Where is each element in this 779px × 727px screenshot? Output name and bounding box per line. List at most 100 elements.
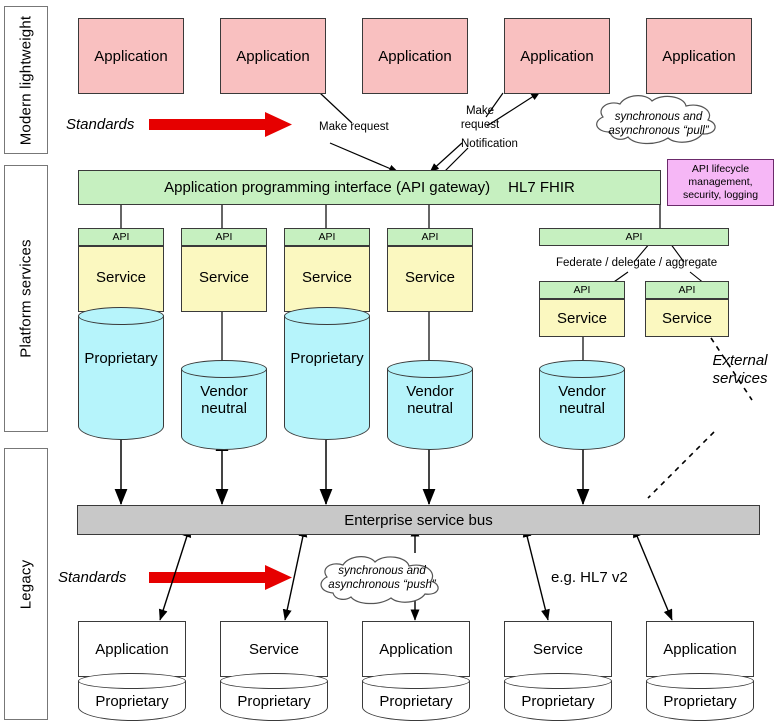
cloud-push-label: synchronous and asynchronous “push” bbox=[328, 565, 436, 592]
application-box-label: Application bbox=[662, 47, 736, 65]
application-box[interactable]: Application bbox=[646, 18, 752, 94]
federation-parent-api-label: API bbox=[625, 231, 643, 243]
service-box[interactable]: Service bbox=[284, 246, 370, 312]
standards-label-bottom: Standards bbox=[58, 569, 127, 586]
legacy-system-upper-label: Service bbox=[248, 640, 300, 658]
diagram-canvas: Modern lightweight Platform services Leg… bbox=[0, 0, 779, 727]
service-box[interactable]: Service bbox=[181, 246, 267, 312]
legacy-datastore-label: Proprietary bbox=[521, 693, 595, 710]
service-box[interactable]: Service bbox=[387, 246, 473, 312]
cylinder-top-ellipse bbox=[504, 673, 612, 689]
legacy-system-upper: Application bbox=[646, 621, 754, 677]
datastore-label: Vendor neutral bbox=[406, 383, 454, 418]
external-service-api-strip[interactable]: API bbox=[645, 281, 729, 299]
datastore-cylinder: Vendor neutral bbox=[387, 360, 473, 450]
legacy-datastore-label: Proprietary bbox=[95, 693, 169, 710]
cylinder-top-ellipse bbox=[220, 673, 328, 689]
federated-service-api-label: API bbox=[573, 284, 591, 296]
band-label-modern: Modern lightweight bbox=[4, 6, 48, 154]
external-service-box-label: Service bbox=[661, 309, 713, 327]
cloud-pull-label: synchronous and asynchronous “pull” bbox=[608, 111, 709, 138]
application-box[interactable]: Application bbox=[220, 18, 326, 94]
service-box-label: Service bbox=[404, 269, 456, 286]
external-service-api-label: API bbox=[678, 284, 696, 296]
federated-service-api-strip[interactable]: API bbox=[539, 281, 625, 299]
cylinder-top-ellipse bbox=[362, 673, 470, 689]
standards-arrow-bottom bbox=[149, 565, 292, 590]
application-box-label: Application bbox=[378, 47, 452, 65]
external-services-label: External services bbox=[712, 352, 768, 387]
application-box[interactable]: Application bbox=[504, 18, 610, 94]
federated-service-box-label: Service bbox=[556, 309, 608, 327]
legacy-system[interactable]: Service Proprietary bbox=[220, 621, 328, 721]
legacy-system[interactable]: Service Proprietary bbox=[504, 621, 612, 721]
cylinder-top-ellipse bbox=[539, 360, 625, 378]
legacy-datastore-label: Proprietary bbox=[237, 693, 311, 710]
legacy-datastore-label: Proprietary bbox=[379, 693, 453, 710]
legacy-system[interactable]: Application Proprietary bbox=[362, 621, 470, 721]
legacy-system-upper-label: Application bbox=[663, 640, 737, 658]
band-label-modern-text: Modern lightweight bbox=[17, 15, 35, 145]
legacy-system-upper-label: Application bbox=[95, 640, 169, 658]
annotation-make-request-1: Make request bbox=[319, 121, 389, 133]
legacy-system-datastore: Proprietary bbox=[78, 673, 186, 721]
service-api-strip[interactable]: API bbox=[284, 228, 370, 246]
enterprise-service-bus-label: Enterprise service bus bbox=[344, 511, 493, 529]
federated-datastore-cylinder: Vendor neutral bbox=[539, 360, 625, 450]
api-lifecycle-note-text: API lifecycle management, security, logg… bbox=[682, 163, 759, 201]
datastore-label: Proprietary bbox=[290, 350, 364, 367]
legacy-system[interactable]: Application Proprietary bbox=[646, 621, 754, 721]
service-box-label: Service bbox=[301, 269, 353, 286]
external-service-box[interactable]: Service bbox=[645, 299, 729, 337]
legacy-system-upper: Service bbox=[504, 621, 612, 677]
legacy-system-upper: Application bbox=[78, 621, 186, 677]
legacy-standard-note: e.g. HL7 v2 bbox=[551, 569, 628, 586]
annotation-notification: Notification bbox=[461, 138, 518, 150]
datastore-label: Vendor neutral bbox=[558, 383, 606, 418]
service-api-strip[interactable]: API bbox=[387, 228, 473, 246]
federation-parent-api-strip[interactable]: API bbox=[539, 228, 729, 246]
datastore-label: Proprietary bbox=[84, 350, 158, 367]
legacy-system-upper: Service bbox=[220, 621, 328, 677]
legacy-system-datastore: Proprietary bbox=[362, 673, 470, 721]
cylinder-top-ellipse bbox=[284, 307, 370, 325]
federated-service-box[interactable]: Service bbox=[539, 299, 625, 337]
cylinder-top-ellipse bbox=[78, 307, 164, 325]
standards-label-top: Standards bbox=[66, 116, 135, 133]
service-api-strip-label: API bbox=[215, 231, 233, 243]
cylinder-top-ellipse bbox=[387, 360, 473, 378]
legacy-system[interactable]: Application Proprietary bbox=[78, 621, 186, 721]
enterprise-service-bus[interactable]: Enterprise service bus bbox=[77, 505, 760, 535]
service-api-strip-label: API bbox=[112, 231, 130, 243]
annotation-make-request-2: Make request bbox=[460, 105, 500, 131]
band-label-platform: Platform services bbox=[4, 165, 48, 432]
application-box-label: Application bbox=[236, 47, 310, 65]
service-api-strip-label: API bbox=[318, 231, 336, 243]
standards-arrow-top bbox=[149, 112, 292, 137]
datastore-label: Vendor neutral bbox=[200, 383, 248, 418]
service-api-strip[interactable]: API bbox=[181, 228, 267, 246]
legacy-system-upper: Application bbox=[362, 621, 470, 677]
service-api-strip-label: API bbox=[421, 231, 439, 243]
api-gateway-title: Application programming interface (API g… bbox=[164, 179, 491, 196]
application-box[interactable]: Application bbox=[78, 18, 184, 94]
cylinder-top-ellipse bbox=[646, 673, 754, 689]
band-label-platform-text: Platform services bbox=[17, 239, 35, 358]
legacy-system-upper-label: Application bbox=[379, 640, 453, 658]
cylinder-body bbox=[284, 316, 370, 440]
service-box[interactable]: Service bbox=[78, 246, 164, 312]
service-api-strip[interactable]: API bbox=[78, 228, 164, 246]
datastore-cylinder: Proprietary bbox=[78, 307, 164, 440]
application-box-label: Application bbox=[520, 47, 594, 65]
service-box-label: Service bbox=[198, 269, 250, 286]
federation-label: Federate / delegate / aggregate bbox=[556, 257, 718, 269]
legacy-system-datastore: Proprietary bbox=[504, 673, 612, 721]
application-box[interactable]: Application bbox=[362, 18, 468, 94]
datastore-cylinder: Vendor neutral bbox=[181, 360, 267, 450]
api-lifecycle-note: API lifecycle management, security, logg… bbox=[667, 159, 774, 206]
api-gateway-bar[interactable]: Application programming interface (API g… bbox=[78, 170, 661, 205]
cylinder-top-ellipse bbox=[78, 673, 186, 689]
legacy-system-upper-label: Service bbox=[532, 640, 584, 658]
service-box-label: Service bbox=[95, 269, 147, 286]
application-box-label: Application bbox=[94, 47, 168, 65]
